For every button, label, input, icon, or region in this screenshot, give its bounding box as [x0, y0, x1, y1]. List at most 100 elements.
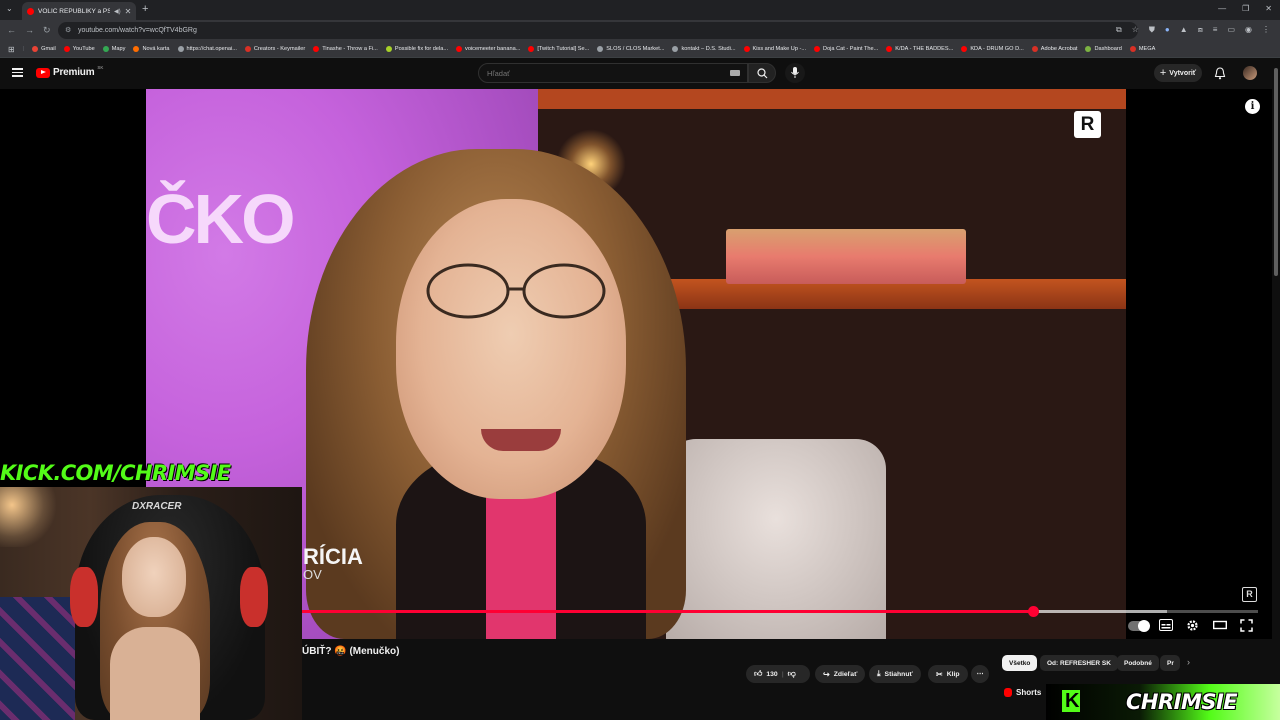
bookmark-label: MEGA	[1138, 46, 1156, 52]
info-icon[interactable]: i	[1245, 99, 1260, 114]
bookmark-item[interactable]: https://chat.openai...	[174, 46, 241, 52]
media-controls-icon[interactable]: ≡	[1213, 25, 1218, 35]
bookmark-favicon-icon	[313, 46, 320, 52]
settings-icon[interactable]	[1186, 619, 1199, 632]
download-icon: ⤓	[877, 669, 881, 678]
tab-search-icon[interactable]: ⌄	[6, 4, 13, 13]
browser-tab-active[interactable]: VOLIČ REPUBLIKY a PS-ka... ◀) ✕	[22, 2, 136, 20]
bookmark-favicon-icon	[961, 46, 968, 52]
bookmark-label: Mapy	[111, 46, 126, 52]
chip-related[interactable]: Podobné	[1117, 655, 1159, 671]
bookmark-item[interactable]: kontakt – D.S. Studi...	[668, 46, 739, 52]
bookmark-label: Doja Cat - Paint The...	[823, 46, 879, 52]
autoplay-toggle[interactable]	[1128, 620, 1150, 632]
extension-shield-icon[interactable]: ⛊	[1149, 25, 1155, 35]
profile-icon[interactable]: ◉	[1245, 25, 1252, 35]
bookmark-favicon-icon	[63, 46, 70, 52]
split-view-icon[interactable]: ▭	[1227, 25, 1235, 35]
account-avatar[interactable]	[1243, 66, 1257, 80]
youtube-favicon-icon	[27, 7, 34, 15]
bookmark-label: Dashboard	[1094, 46, 1122, 52]
install-app-icon[interactable]: ⧉	[1116, 25, 1122, 35]
bookmark-favicon-icon	[814, 46, 821, 52]
chevron-right-icon[interactable]: ›	[1187, 657, 1190, 667]
chip-all[interactable]: Všetko	[1002, 655, 1038, 671]
keyboard-icon[interactable]	[730, 70, 740, 76]
address-bar[interactable]: ⚙ youtube.com/watch?v=wcQfTV4bGRg	[58, 22, 1138, 39]
audio-icon[interactable]: ◀)	[114, 8, 121, 15]
back-icon[interactable]: ←	[7, 25, 16, 35]
clip-button[interactable]: ✂ Klip	[928, 665, 968, 683]
bookmark-item[interactable]: SLOS / CLOS Market...	[593, 46, 668, 52]
bookmark-item[interactable]: Doja Cat - Paint The...	[810, 46, 882, 52]
extension-blue-icon[interactable]: ●	[1165, 25, 1170, 35]
bookmark-item[interactable]: KDA - DRUM GO D...	[957, 46, 1027, 52]
bookmark-label: voicemeeter banana...	[465, 46, 521, 52]
bookmark-item[interactable]: Creators - Keymailer	[241, 46, 309, 52]
bookmark-item[interactable]: Mapy	[99, 46, 130, 52]
search-input[interactable]	[478, 63, 748, 83]
bookmark-item[interactable]: YouTube	[60, 46, 99, 52]
subtitles-icon[interactable]	[1159, 619, 1173, 631]
download-button[interactable]: ⤓ Stiahnuť	[869, 665, 921, 683]
voice-search-button[interactable]	[785, 63, 805, 83]
menu-icon[interactable]	[12, 68, 23, 77]
bookmark-item[interactable]: Kiss and Make Up -...	[740, 46, 810, 52]
channel-logo-watermark[interactable]: R	[1074, 111, 1101, 138]
bookmark-item[interactable]: [Twitch Tutorial] Se...	[524, 46, 593, 52]
apps-grid-icon[interactable]: ⊞	[4, 45, 19, 54]
chair-brand: DXRACER	[132, 501, 182, 512]
search-button[interactable]	[748, 63, 776, 83]
bookmark-favicon-icon	[177, 46, 184, 52]
forward-icon[interactable]: →	[25, 25, 34, 35]
url-text: youtube.com/watch?v=wcQfTV4bGRg	[78, 27, 197, 34]
bookmark-item[interactable]: Gmail	[28, 46, 60, 52]
create-button[interactable]: + Vytvoriť	[1154, 64, 1202, 82]
bookmark-label: kontakt – D.S. Studi...	[681, 46, 736, 52]
share-label: Zdieľať	[833, 670, 858, 678]
backdrop-text: ČKO	[146, 180, 296, 258]
bookmark-item[interactable]: Adobe Acrobat	[1028, 46, 1082, 52]
bookmark-item[interactable]: Tinashe - Throw a Fi...	[309, 46, 382, 52]
bookmark-item[interactable]: Nová karta	[129, 46, 173, 52]
dislike-icon[interactable]: 👎︎	[788, 669, 796, 679]
bookmark-label: Adobe Acrobat	[1040, 46, 1078, 52]
bookmark-item[interactable]: voicemeeter banana...	[452, 46, 524, 52]
scrollbar-thumb[interactable]	[1274, 68, 1278, 276]
progress-bar[interactable]	[302, 606, 1258, 617]
share-button[interactable]: ↪ Zdieľať	[815, 665, 866, 683]
bookmark-star-icon[interactable]: ☆	[1132, 25, 1139, 35]
guest-mouth	[481, 429, 561, 451]
bookmark-item[interactable]: K/DA - THE BADDES...	[882, 46, 957, 52]
like-button[interactable]: 👍︎ 130	[754, 669, 778, 679]
extensions-puzzle-icon[interactable]: ⧈	[1198, 25, 1203, 35]
bookmark-favicon-icon	[32, 46, 39, 52]
fullscreen-icon[interactable]	[1240, 619, 1253, 632]
chair-wing-left	[70, 567, 98, 627]
more-actions-button[interactable]: ⋯	[971, 665, 989, 683]
close-window-icon[interactable]: ✕	[1265, 4, 1272, 13]
youtube-premium-logo[interactable]: Premium SK	[36, 65, 103, 78]
create-label: Vytvoriť	[1169, 69, 1197, 77]
bookmark-item[interactable]: Possible fix for dela...	[382, 46, 452, 52]
new-tab-button[interactable]: +	[142, 3, 148, 15]
bookmark-favicon-icon	[1129, 46, 1136, 52]
chip-from-channel[interactable]: Od: REFRESHER SK	[1040, 655, 1118, 671]
extension-drive-icon[interactable]: ▲	[1180, 25, 1188, 35]
tab-close-icon[interactable]: ✕	[125, 7, 132, 16]
chip-more[interactable]: Pr	[1160, 655, 1180, 671]
site-info-icon[interactable]: ⚙	[65, 26, 71, 34]
bell-icon[interactable]	[1214, 67, 1226, 80]
browser-menu-icon[interactable]: ⋮	[1262, 25, 1270, 35]
theater-icon[interactable]	[1213, 619, 1227, 631]
bookmark-favicon-icon	[1085, 46, 1092, 52]
streamer-webcam: DXRACER	[0, 487, 302, 720]
webcam-blanket	[0, 597, 75, 720]
channel-watermark-small[interactable]: R	[1242, 587, 1257, 602]
bookmark-item[interactable]: Dashboard	[1081, 46, 1125, 52]
reload-icon[interactable]: ↻	[43, 25, 51, 36]
restore-icon[interactable]: ❐	[1242, 4, 1249, 13]
bookmark-item[interactable]: MEGA	[1126, 46, 1159, 52]
minimize-icon[interactable]: —	[1218, 4, 1226, 13]
autoplay-knob	[1138, 620, 1150, 632]
